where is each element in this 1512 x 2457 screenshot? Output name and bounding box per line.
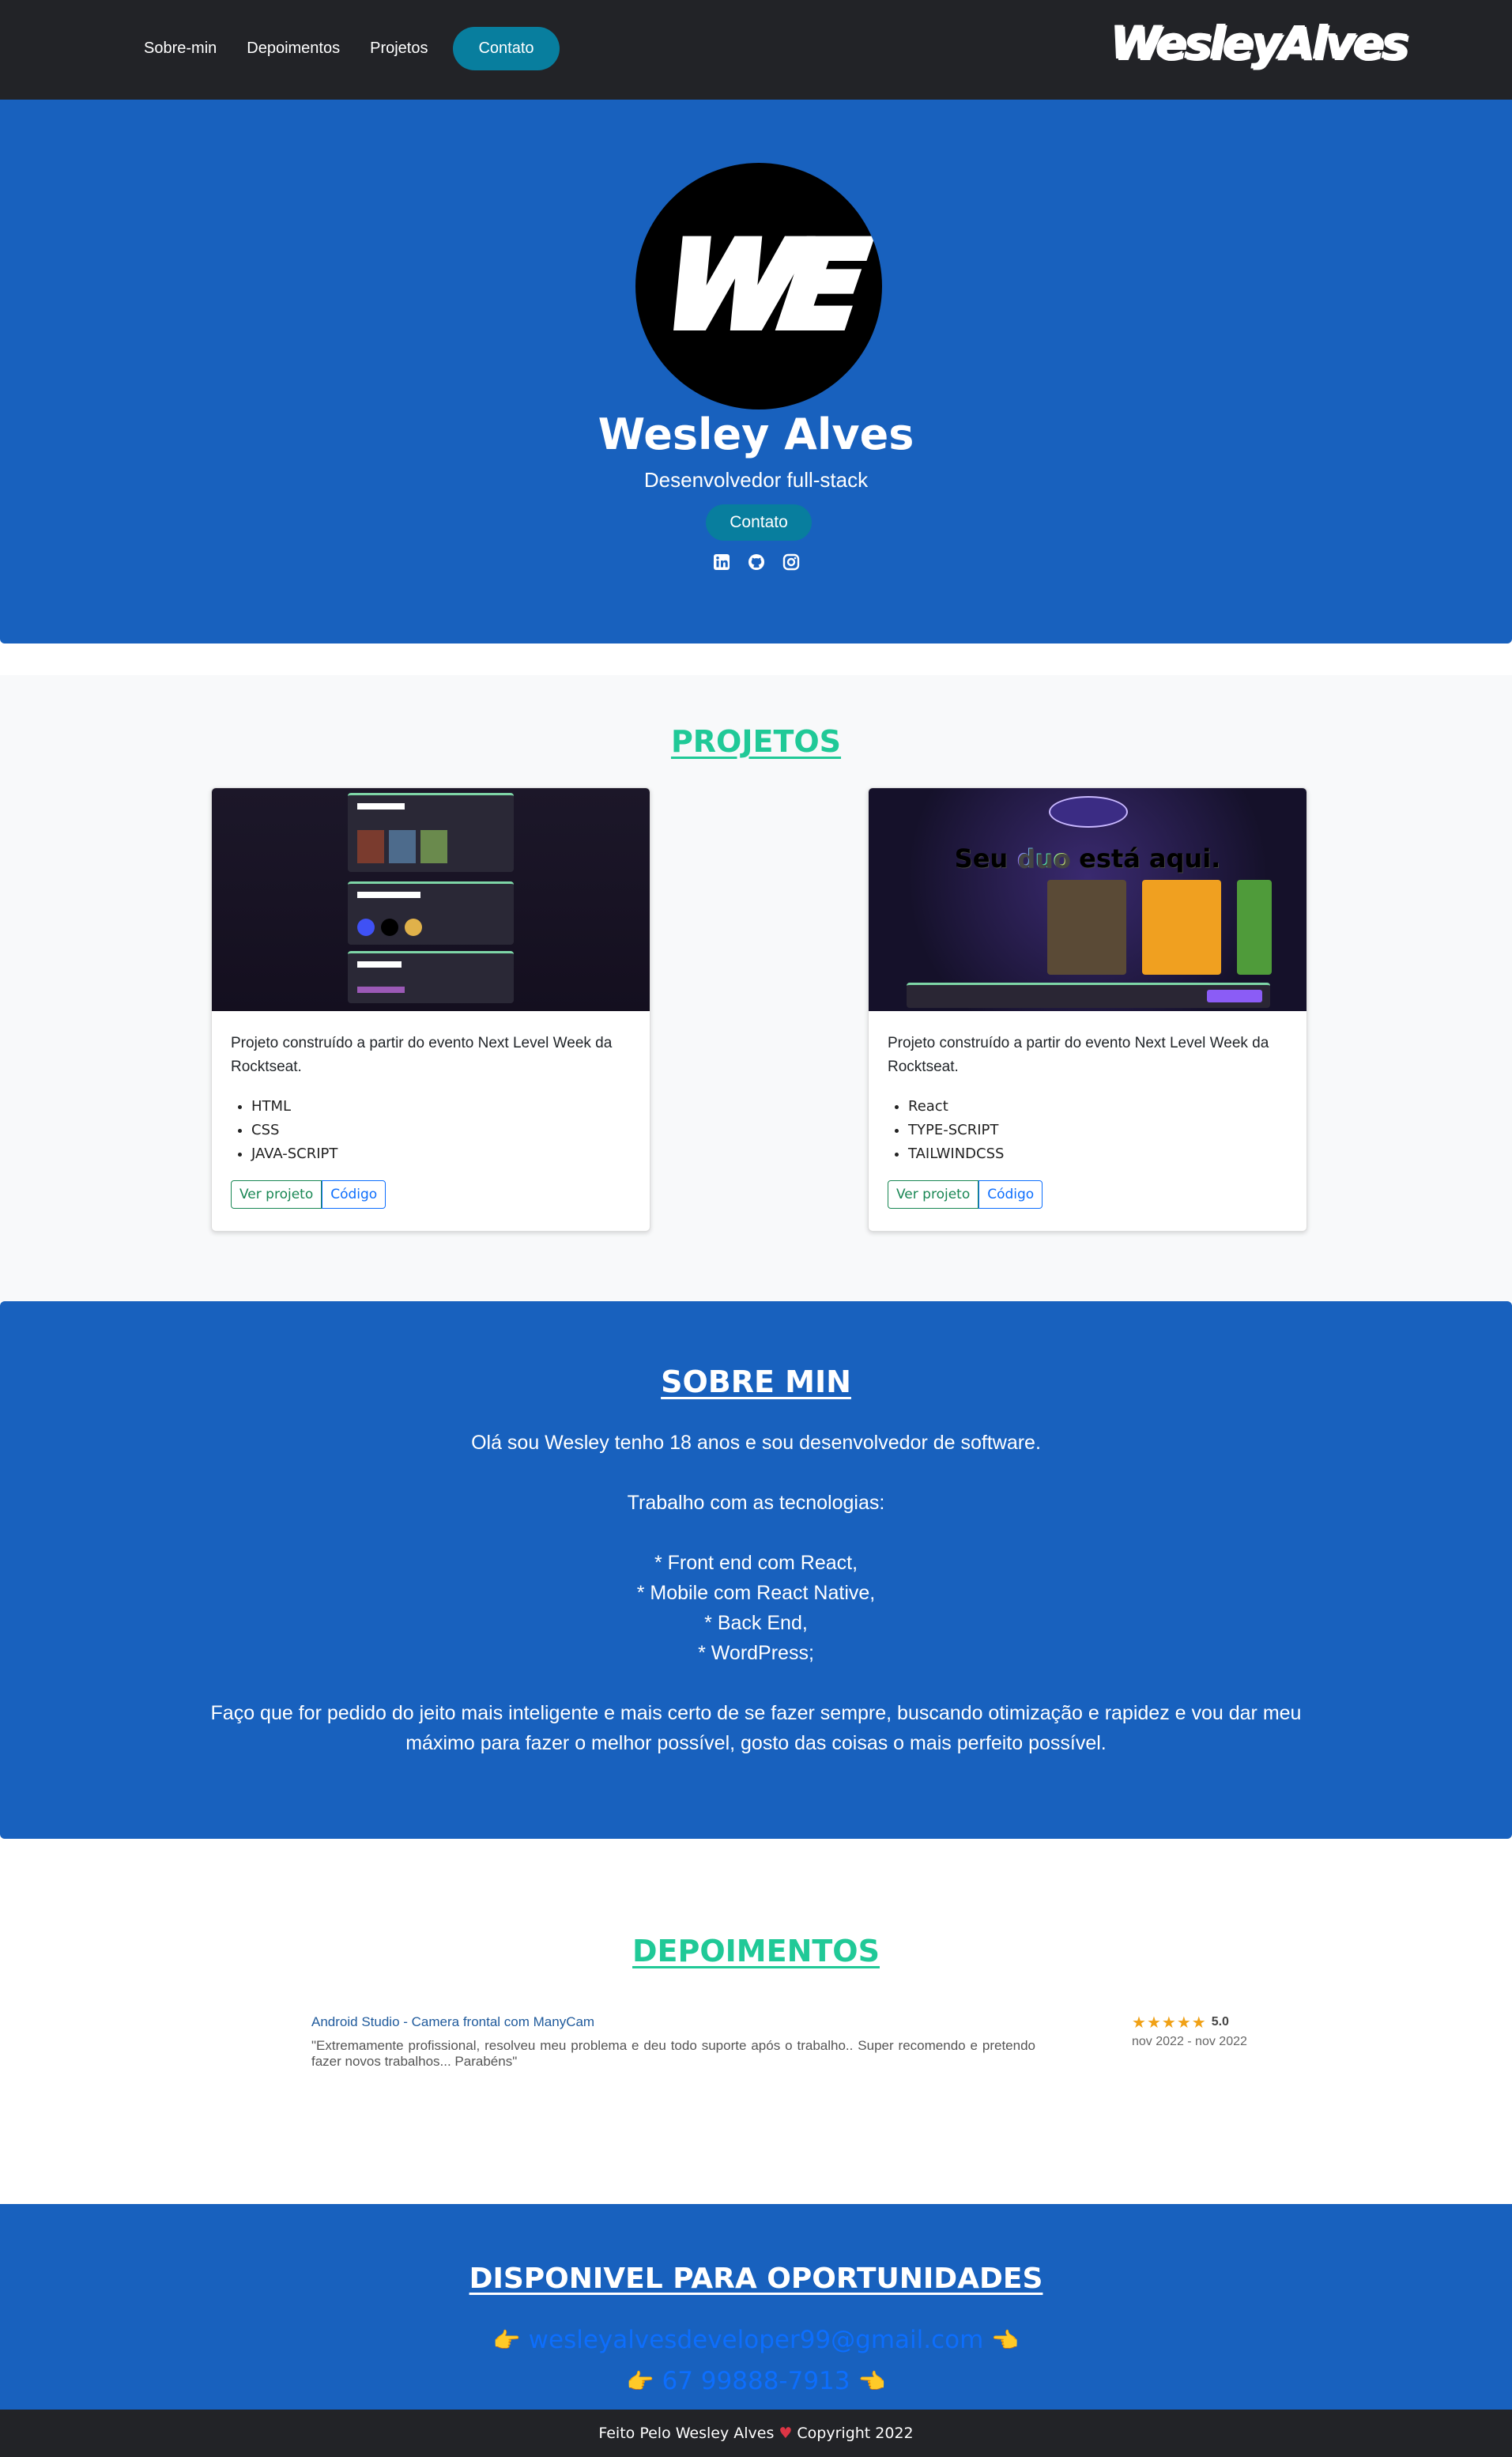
project-description: Projeto construído a partir do evento Ne… (888, 1035, 1269, 1075)
view-project-button[interactable]: Ver projeto (231, 1180, 322, 1209)
rating-score: 5.0 (1211, 2015, 1229, 2029)
game-tile (1142, 880, 1221, 975)
pointing-left-icon: 👈 (858, 2368, 886, 2395)
project-card: Projeto construído a partir do evento Ne… (211, 787, 650, 1232)
preview-panel (348, 793, 514, 872)
preview-headline: Seu duo está aqui. (954, 844, 1221, 874)
card-body: Projeto construído a partir do evento Ne… (869, 1011, 1307, 1229)
nav-contact-button[interactable]: Contato (453, 27, 560, 70)
tech-item: CSS (251, 1119, 631, 1142)
projects-section: PROJETOS Projeto construído a partir do … (0, 675, 1512, 1301)
nav-link-sobre-min[interactable]: Sobre-min (139, 32, 221, 66)
pointing-left-icon: 👈 (991, 2327, 1020, 2353)
tech-item: React (908, 1095, 1288, 1119)
github-icon[interactable] (748, 553, 765, 571)
projects-title: PROJETOS (670, 724, 842, 759)
star-icon: ★ (1132, 2014, 1147, 2032)
phone-link[interactable]: 67 99888-7913 (662, 2367, 850, 2395)
footer-credit: Feito Pelo Wesley Alves (598, 2425, 775, 2442)
linkedin-icon[interactable] (713, 553, 730, 571)
testimonial-rating: ★★★★★ 5.0 (1132, 2013, 1229, 2032)
brand-logo[interactable]: WesleyAlves (1110, 16, 1409, 70)
game-tile (1047, 880, 1126, 975)
about-tech-item: * Back End, (704, 1612, 808, 1634)
phone-line: 👉 67 99888-7913 👈 (0, 2367, 1512, 2395)
hero-name: Wesley Alves (598, 410, 914, 459)
email-line: 👉 wesleyalvesdeveloper99@gmail.com 👈 (0, 2326, 1512, 2354)
project-card: Seu duo está aqui. Projeto construído a … (868, 787, 1307, 1232)
tech-list: HTML CSS JAVA-SCRIPT (251, 1095, 631, 1166)
testimonial-title[interactable]: Android Studio - Camera frontal com Many… (311, 2014, 594, 2030)
project-preview-image[interactable] (212, 788, 650, 1011)
view-project-button[interactable]: Ver projeto (888, 1180, 979, 1209)
contact-title: DISPONIVEL PARA OPORTUNIDADES (469, 2263, 1043, 2295)
about-section: SOBRE MIN Olá sou Wesley tenho 18 anos e… (0, 1301, 1512, 1839)
about-tech-item: * Mobile com React Native, (636, 1582, 876, 1604)
star-icon: ★ (1176, 2014, 1192, 2032)
code-button[interactable]: Código (978, 1180, 1043, 1209)
contact-section: DISPONIVEL PARA OPORTUNIDADES 👉 wesleyalv… (0, 2204, 1512, 2410)
footer-copyright: Copyright 2022 (797, 2425, 914, 2442)
avatar-logo: WE (654, 213, 864, 359)
code-button[interactable]: Código (322, 1180, 386, 1209)
tech-item: TAILWINDCSS (908, 1142, 1288, 1166)
hero-section: WE Wesley Alves Desenvolvedor full-stack… (0, 100, 1512, 644)
preview-panel (348, 881, 514, 945)
preview-search-button (1207, 990, 1262, 1002)
project-description: Projeto construído a partir do evento Ne… (231, 1035, 613, 1075)
instagram-icon[interactable] (782, 553, 800, 571)
about-tech-item: * Front end com React, (654, 1552, 858, 1574)
tech-list: React TYPE-SCRIPT TAILWINDCSS (908, 1095, 1288, 1166)
star-icon: ★ (1146, 2014, 1162, 2032)
social-links (0, 553, 1512, 571)
navbar: Sobre-min Depoimentos Projetos Contato W… (0, 0, 1512, 100)
card-buttons: Ver projeto Código (888, 1180, 1288, 1209)
about-title: SOBRE MIN (661, 1364, 851, 1399)
testimonials-section: DEPOIMENTOS Android Studio - Camera fron… (0, 1839, 1512, 2204)
tech-item: TYPE-SCRIPT (908, 1119, 1288, 1142)
footer: Feito Pelo Wesley Alves ♥ Copyright 2022 (0, 2410, 1512, 2457)
star-icon: ★ (1191, 2014, 1207, 2032)
star-icon: ★ (1161, 2014, 1177, 2032)
pointing-right-icon: 👉 (492, 2327, 521, 2353)
about-body: Olá sou Wesley tenho 18 anos e sou desen… (205, 1428, 1307, 1758)
testimonial-date: nov 2022 - nov 2022 (1132, 2035, 1247, 2048)
about-closing: Faço que for pedido do jeito mais inteli… (210, 1702, 1302, 1754)
testimonial-text: "Extremamente profissional, resolveu meu… (311, 2038, 1035, 2069)
preview-searchbar (907, 983, 1270, 1008)
project-preview-image[interactable]: Seu duo está aqui. (869, 788, 1307, 1011)
testimonials-title: DEPOIMENTOS (632, 1934, 880, 1968)
about-tech-heading: Trabalho com as tecnologias: (627, 1492, 885, 1514)
about-tech-item: * WordPress; (698, 1642, 814, 1664)
nav-link-projetos[interactable]: Projetos (365, 32, 432, 66)
card-body: Projeto construído a partir do evento Ne… (212, 1011, 650, 1229)
tech-item: JAVA-SCRIPT (251, 1142, 631, 1166)
game-tile (1237, 880, 1272, 975)
heart-icon: ♥ (779, 2425, 793, 2442)
pointing-right-icon: 👉 (626, 2368, 654, 2395)
preview-panel (348, 951, 514, 1003)
about-intro: Olá sou Wesley tenho 18 anos e sou desen… (471, 1432, 1041, 1454)
hero-role: Desenvolvedor full-stack (643, 468, 869, 492)
hero-contact-button[interactable]: Contato (706, 504, 812, 541)
esports-logo (1049, 796, 1128, 828)
avatar: WE (635, 163, 882, 410)
email-link[interactable]: wesleyalvesdeveloper99@gmail.com (529, 2326, 984, 2354)
card-buttons: Ver projeto Código (231, 1180, 631, 1209)
nav-links: Sobre-min Depoimentos Projetos Contato (139, 27, 560, 70)
tech-item: HTML (251, 1095, 631, 1119)
nav-link-depoimentos[interactable]: Depoimentos (242, 32, 345, 66)
